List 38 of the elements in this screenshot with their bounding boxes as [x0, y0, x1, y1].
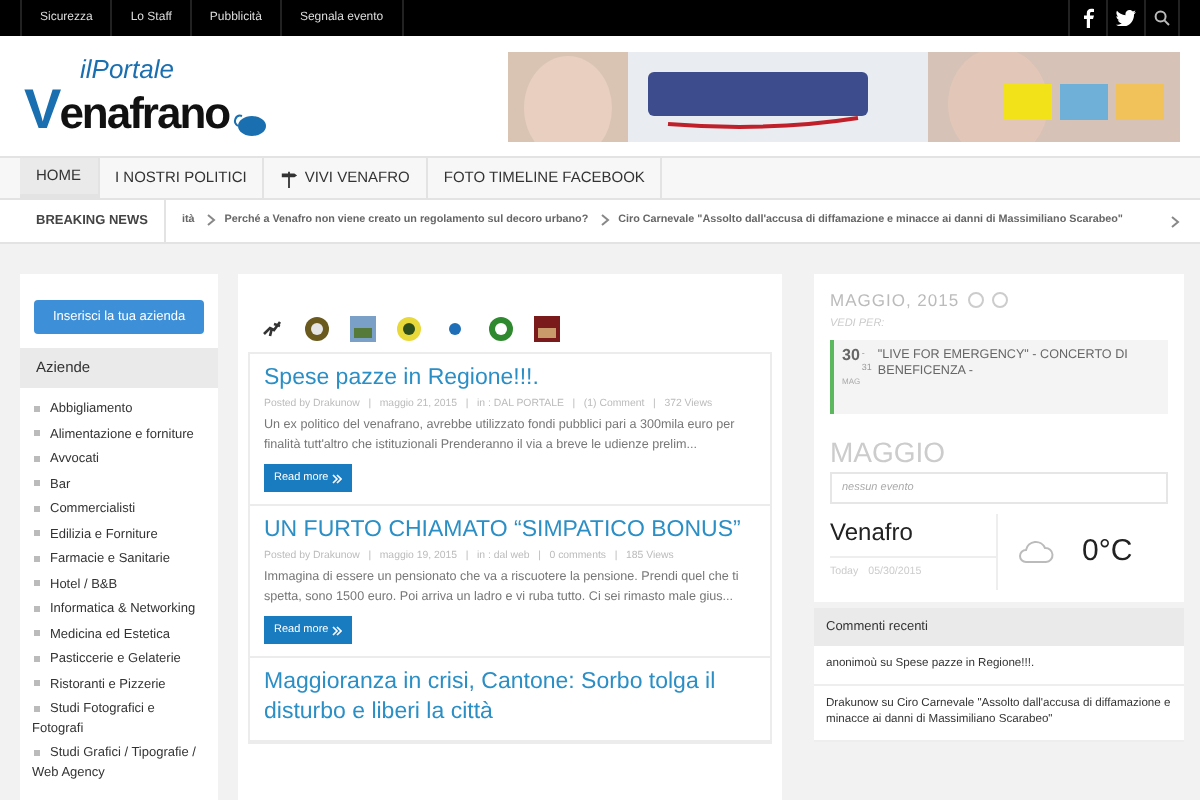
- post-title[interactable]: Maggioranza in crisi, Cantone: Sorbo tolga il disturbo e liberi la città: [264, 668, 756, 728]
- cloud-icon: [1018, 540, 1054, 564]
- bullet-icon: [34, 630, 40, 637]
- site-logo[interactable]: ilPortale Venafrano: [24, 55, 268, 137]
- bullet-icon: [34, 430, 40, 437]
- weather-city: Venafro: [830, 514, 996, 558]
- chevron-right-icon: [600, 214, 611, 227]
- bullet-icon: [34, 480, 40, 487]
- emblem-icon: [304, 315, 330, 341]
- chevron-right-icon: [206, 214, 217, 227]
- temperature: 0°C: [1082, 531, 1133, 572]
- double-chevron-icon: [332, 625, 343, 635]
- event-day: 30: [842, 348, 860, 364]
- emblem-icon: [534, 315, 560, 341]
- bullet-icon: [34, 749, 40, 756]
- logo-subtitle: ilPortale: [78, 55, 176, 81]
- bullet-icon: [34, 505, 40, 512]
- bullet-icon: [34, 530, 40, 537]
- bullet-icon: [34, 705, 40, 712]
- bullet-icon: [34, 655, 40, 662]
- runner-icon: [260, 316, 284, 340]
- emblem-icon: [396, 315, 422, 341]
- post-title[interactable]: UN FURTO CHIAMATO “SIMPATICO BONUS”: [264, 516, 756, 546]
- mouse-icon: [231, 109, 268, 137]
- bullet-icon: [34, 455, 40, 462]
- emblem-icon: [488, 315, 514, 341]
- bullet-icon: [34, 405, 40, 412]
- bullet-icon: [34, 580, 40, 587]
- calendar-month: MAGGIO, 2015: [830, 288, 960, 314]
- emblem-icon: [350, 315, 376, 341]
- post-title[interactable]: Spese pazze in Regione!!!.: [264, 364, 756, 394]
- signpost-icon: [280, 169, 299, 187]
- bullet-icon: [34, 555, 40, 562]
- chevron-right-icon: [1170, 215, 1180, 227]
- logo-title: Venafrano: [24, 81, 230, 137]
- bullet-icon: [34, 680, 40, 687]
- bullet-icon: [34, 605, 40, 612]
- double-chevron-icon: [332, 473, 343, 483]
